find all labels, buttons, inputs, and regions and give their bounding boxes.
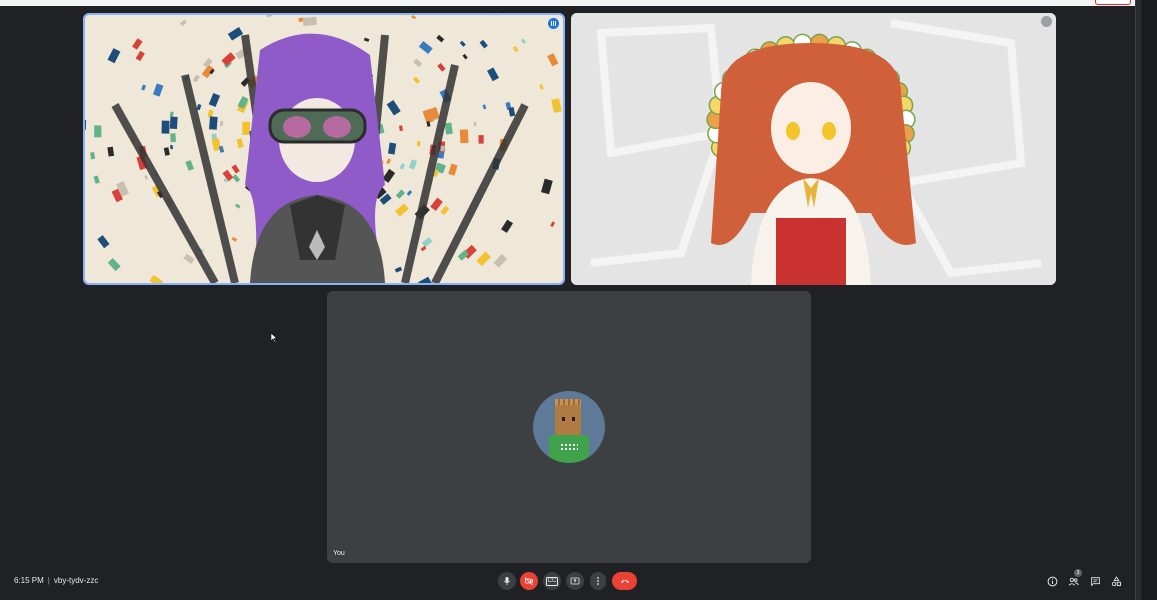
info-icon bbox=[1047, 576, 1057, 586]
captions-button[interactable]: CC bbox=[543, 572, 561, 590]
participant-video-2 bbox=[571, 13, 1056, 285]
meeting-info: 6:15 PM | vby-tydv-zzc bbox=[14, 576, 98, 585]
meeting-time: 6:15 PM bbox=[14, 576, 44, 585]
leave-call-button[interactable] bbox=[612, 572, 637, 590]
speaking-indicator-icon bbox=[548, 18, 559, 29]
chat-icon bbox=[1090, 576, 1100, 586]
call-end-icon bbox=[620, 580, 629, 583]
boxhead-avatar bbox=[533, 391, 605, 463]
mic-off-indicator-icon bbox=[1041, 16, 1052, 27]
more-vert-icon bbox=[597, 577, 599, 585]
browser-top-strip bbox=[0, 0, 1135, 6]
self-name: You bbox=[333, 550, 345, 557]
chat-button[interactable] bbox=[1088, 574, 1102, 588]
meeting-code: vby-tydv-zzc bbox=[53, 576, 99, 585]
people-count-badge: 3 bbox=[1074, 569, 1082, 577]
meeting-separator: | bbox=[47, 576, 50, 585]
meeting-details-button[interactable] bbox=[1045, 574, 1059, 588]
activities-button[interactable] bbox=[1109, 574, 1123, 588]
participant-tile-2[interactable] bbox=[571, 13, 1056, 285]
present-icon bbox=[570, 577, 580, 585]
top-red-button[interactable] bbox=[1095, 0, 1131, 5]
participant-video-1 bbox=[85, 15, 563, 283]
self-tile[interactable]: You bbox=[327, 291, 811, 563]
window-edge bbox=[1135, 0, 1141, 600]
camera-off-icon bbox=[524, 577, 533, 586]
more-options-button[interactable] bbox=[590, 572, 606, 590]
participant-tile-1[interactable] bbox=[83, 13, 565, 285]
present-button[interactable] bbox=[566, 572, 584, 590]
mic-icon bbox=[504, 577, 510, 585]
captions-label: CC bbox=[545, 576, 559, 586]
people-icon bbox=[1068, 577, 1079, 586]
mouse-cursor-icon bbox=[271, 333, 278, 343]
activities-icon bbox=[1111, 575, 1121, 586]
mic-button[interactable] bbox=[498, 572, 516, 590]
camera-toggle-button[interactable] bbox=[520, 572, 538, 590]
window-edge-dark bbox=[1142, 0, 1157, 600]
